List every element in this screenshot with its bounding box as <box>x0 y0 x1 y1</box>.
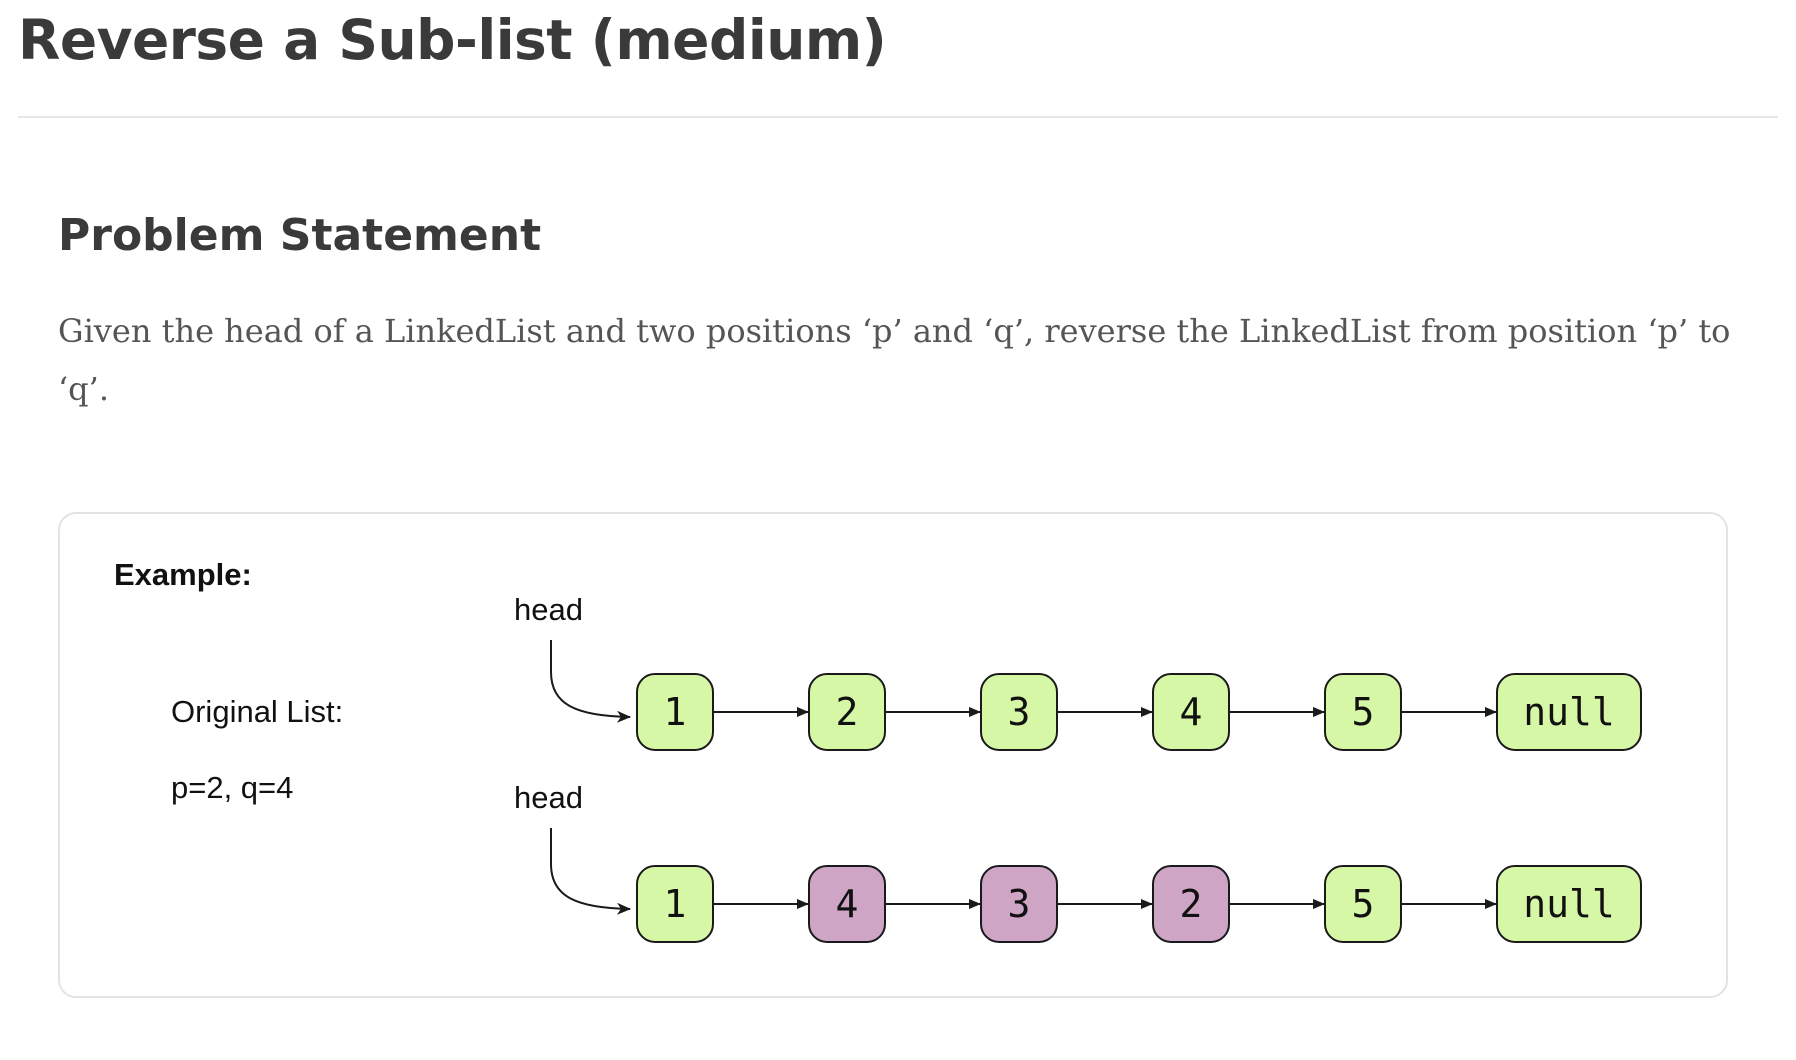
reversed-list: head 1 4 3 2 5 null <box>514 780 1642 943</box>
node-value: 5 <box>1352 690 1375 734</box>
node-value: null <box>1523 882 1615 926</box>
head-pointer-arrow <box>550 828 631 915</box>
example-title: Example: <box>114 557 252 592</box>
node-value: null <box>1523 690 1615 734</box>
original-list-label: Original List: <box>171 694 343 729</box>
node-value: 5 <box>1352 882 1375 926</box>
node-value: 1 <box>664 882 687 926</box>
head-pointer-arrow <box>550 640 631 723</box>
node-value: 3 <box>1008 882 1031 926</box>
head-label: head <box>514 592 583 627</box>
node-value: 1 <box>664 690 687 734</box>
node-value: 2 <box>1180 882 1203 926</box>
original-list: head 1 2 3 4 5 null <box>514 592 1642 751</box>
node-value: 4 <box>836 882 859 926</box>
node-value: 3 <box>1008 690 1031 734</box>
linked-list-diagram: Example: Original List: p=2, q=4 head 1 2 3… <box>114 557 1642 943</box>
node-value: 2 <box>836 690 859 734</box>
node-value: 4 <box>1180 690 1203 734</box>
params-label: p=2, q=4 <box>171 770 293 805</box>
head-label: head <box>514 780 583 815</box>
